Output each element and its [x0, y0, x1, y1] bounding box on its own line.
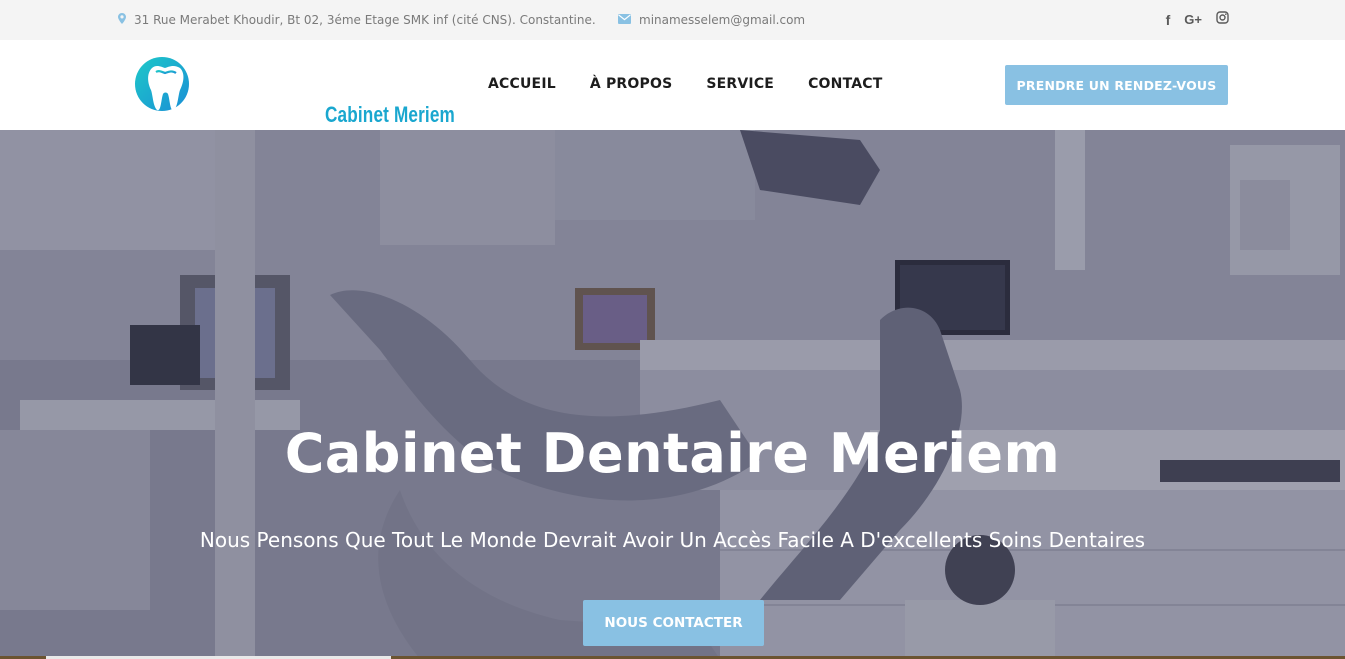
- hero-title: Cabinet Dentaire Meriem: [284, 422, 1061, 485]
- envelope-icon: [618, 13, 631, 27]
- hero-section: Cabinet Dentaire Meriem Nous Pensons Que…: [0, 130, 1345, 659]
- facebook-icon[interactable]: f: [1166, 12, 1171, 28]
- hero-subtitle: Nous Pensons Que Tout Le Monde Devrait A…: [199, 528, 1146, 552]
- google-plus-icon[interactable]: G+: [1184, 12, 1202, 27]
- contact-us-button[interactable]: NOUS CONTACTER: [583, 600, 764, 646]
- logo-text: Cabinet Meriem: [325, 102, 455, 127]
- main-nav: ACCUEIL À PROPOS SERVICE CONTACT: [488, 76, 917, 92]
- address-block: 31 Rue Merabet Khoudir, Bt 02, 3éme Etag…: [118, 13, 596, 27]
- instagram-icon[interactable]: [1216, 11, 1229, 28]
- nav-item-contact[interactable]: CONTACT: [808, 76, 882, 92]
- book-appointment-button[interactable]: PRENDRE UN RENDEZ-VOUS: [1005, 65, 1228, 105]
- address-text: 31 Rue Merabet Khoudir, Bt 02, 3éme Etag…: [134, 13, 596, 27]
- tooth-logo-icon: [135, 57, 189, 111]
- map-pin-icon: [118, 13, 126, 27]
- social-links: f G+: [1166, 11, 1229, 28]
- email-block[interactable]: minamesselem@gmail.com: [618, 13, 805, 27]
- nav-item-service[interactable]: SERVICE: [706, 76, 774, 92]
- nav-item-a-propos[interactable]: À PROPOS: [590, 76, 673, 92]
- hero-overlay: [0, 130, 1345, 659]
- top-info-bar: 31 Rue Merabet Khoudir, Bt 02, 3éme Etag…: [0, 0, 1345, 40]
- site-header: Cabinet Meriem ACCUEIL À PROPOS SERVICE …: [0, 40, 1345, 130]
- logo[interactable]: Cabinet Meriem: [134, 52, 455, 127]
- email-text[interactable]: minamesselem@gmail.com: [639, 13, 805, 27]
- nav-item-accueil[interactable]: ACCUEIL: [488, 76, 556, 92]
